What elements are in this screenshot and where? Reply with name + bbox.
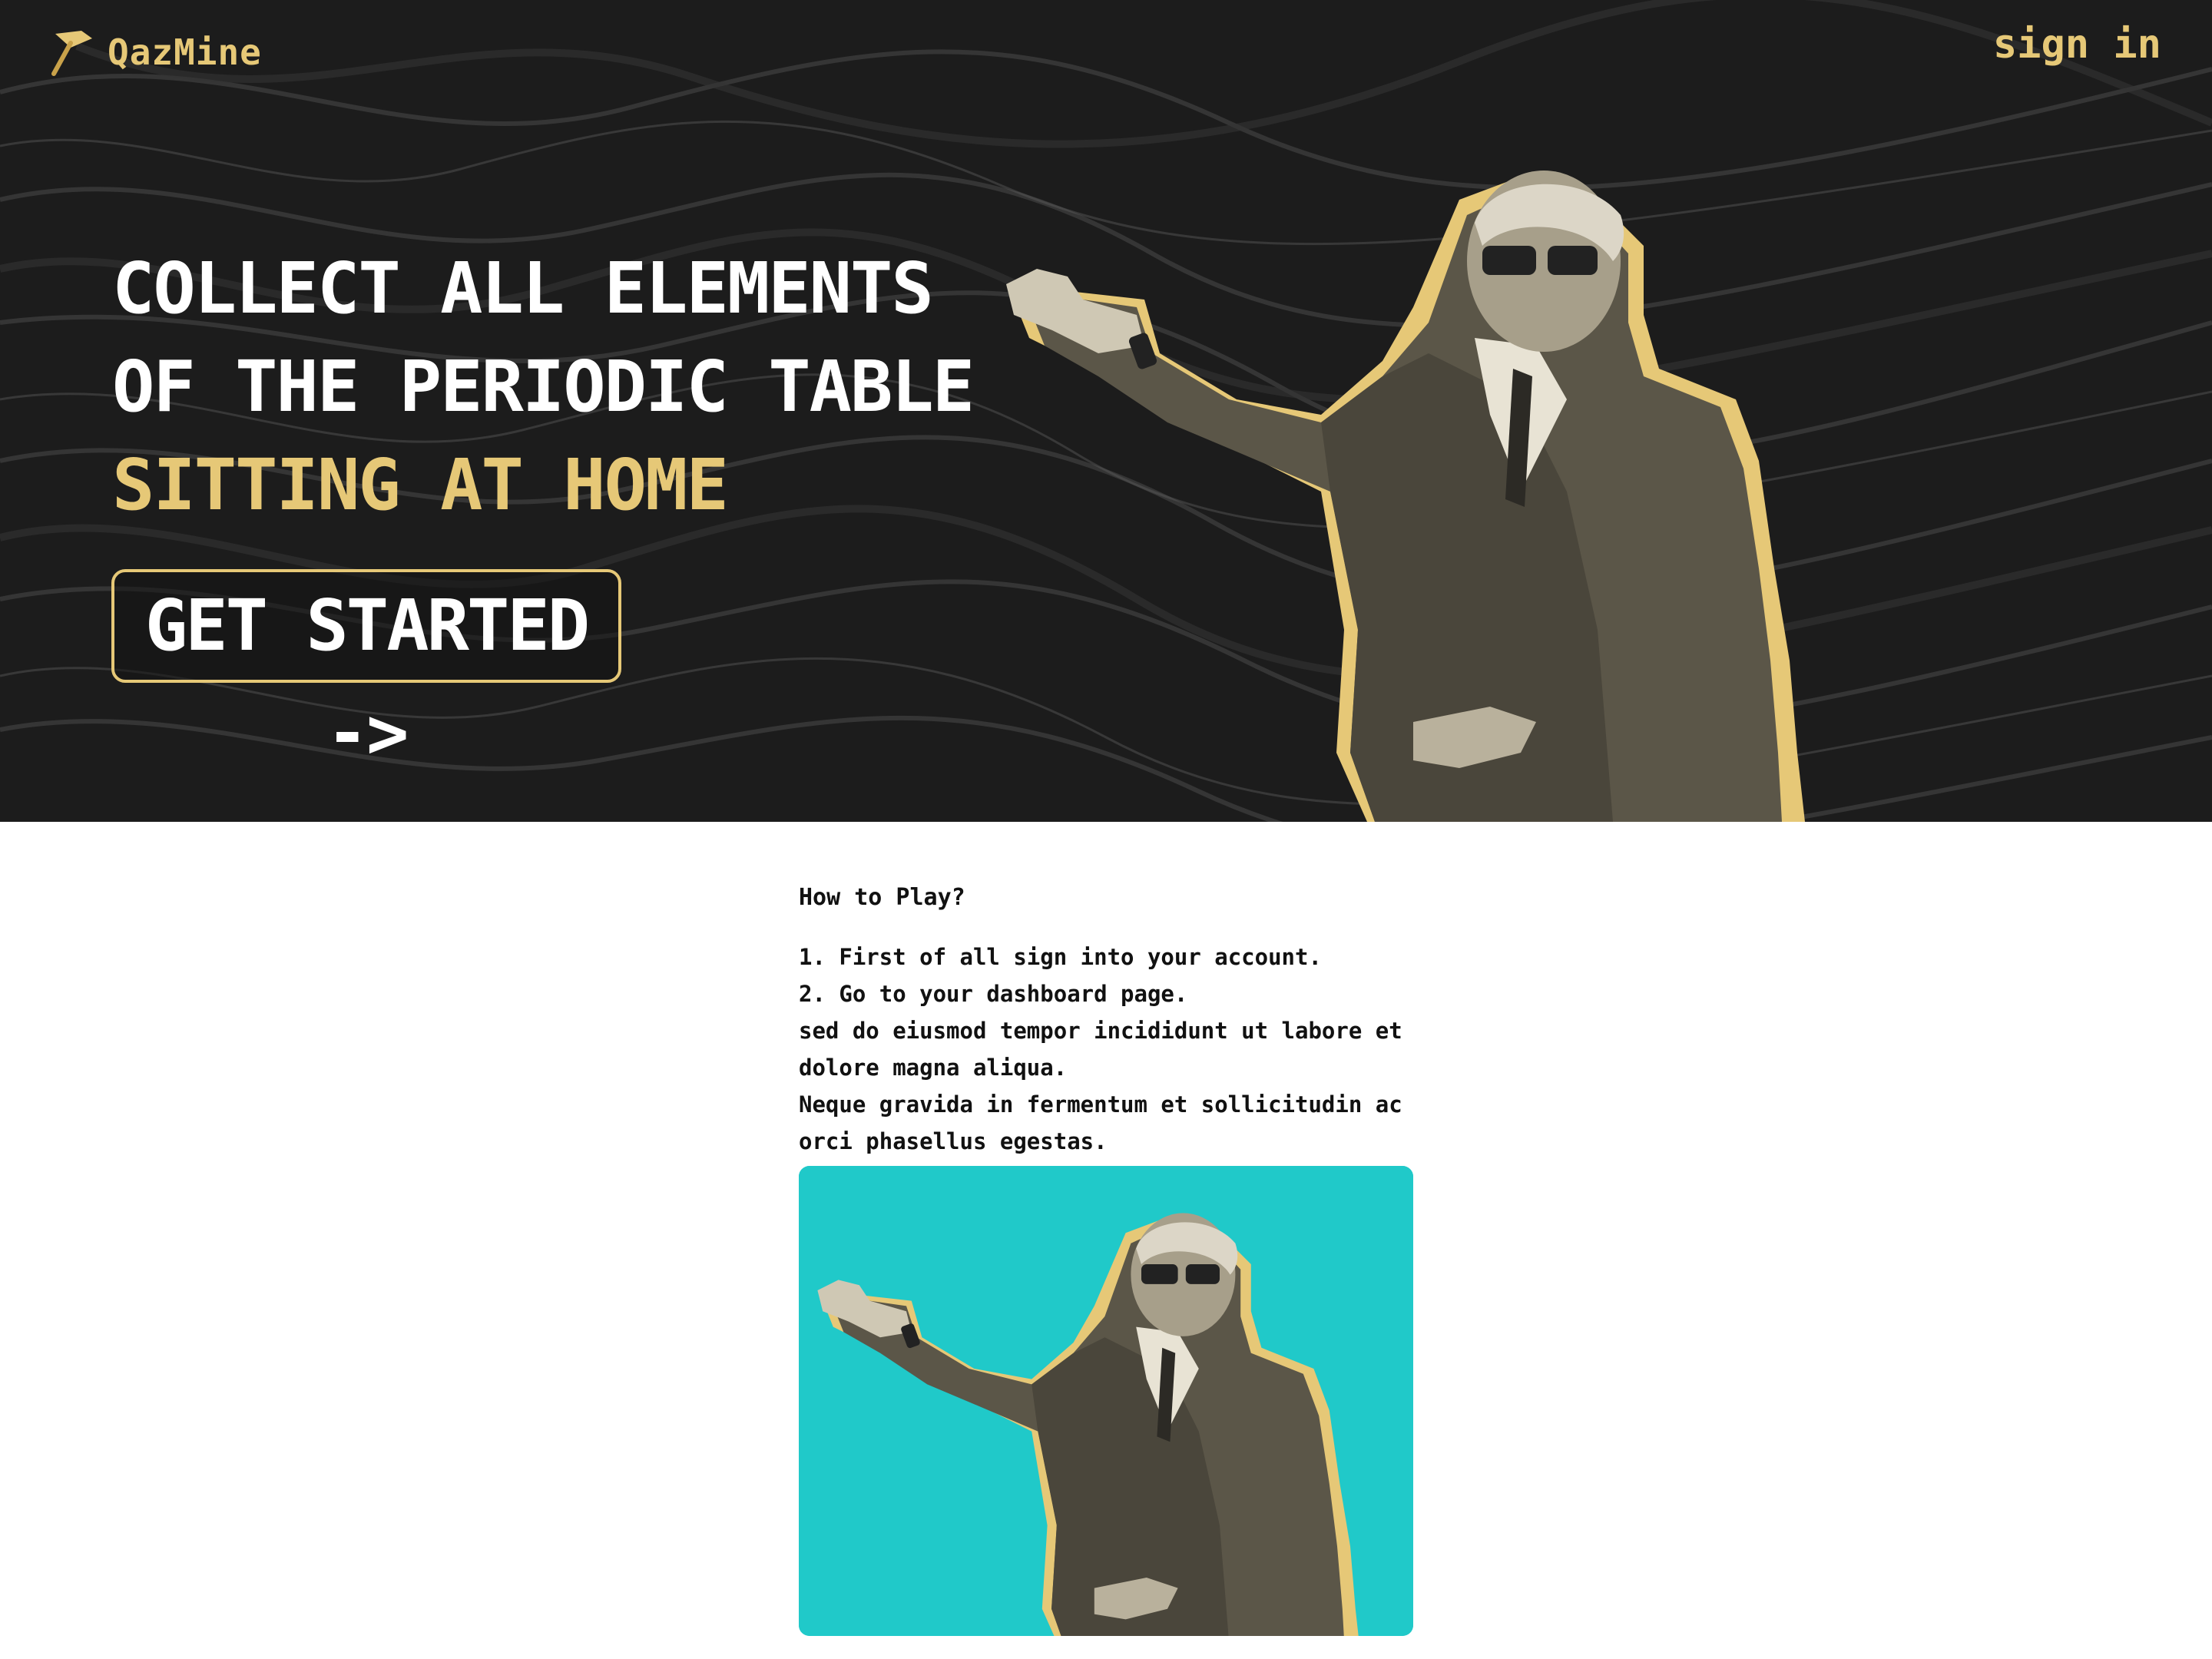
headline-line-2: OF THE PERIODIC TABLE — [112, 346, 975, 428]
speaker-photo — [1006, 171, 1805, 822]
hero-headline: COLLECT ALL ELEMENTS OF THE PERIODIC TAB… — [112, 240, 975, 535]
how-to-play-section: How to Play? 1. First of all sign into y… — [799, 880, 1413, 1160]
headline-line-3: SITTING AT HOME — [112, 444, 729, 526]
step-item: sed do eiusmod tempor incididunt ut labo… — [799, 1018, 1402, 1081]
speaker-illustration — [799, 1166, 1413, 1636]
steps-list: 1. First of all sign into your account. … — [799, 939, 1413, 1160]
brand-name: QazMine — [108, 31, 262, 73]
pickaxe-icon — [51, 31, 92, 76]
step-item: 2. Go to your dashboard page. — [799, 981, 1188, 1007]
hero-section: QazMine sign in COLLECT ALL ELEMENTS OF … — [0, 0, 2212, 822]
step-item: 1. First of all sign into your account. — [799, 944, 1322, 970]
sign-in-link[interactable]: sign in — [1993, 22, 2161, 68]
get-started-button[interactable]: GET STARTED -> — [111, 569, 621, 774]
brand-logo[interactable]: QazMine — [48, 28, 262, 77]
illustration-card — [799, 1166, 1413, 1636]
section-title: How to Play? — [799, 884, 965, 911]
step-item: Neque gravida in fermentum et sollicitud… — [799, 1091, 1402, 1154]
headline-line-1: COLLECT ALL ELEMENTS — [112, 247, 934, 329]
